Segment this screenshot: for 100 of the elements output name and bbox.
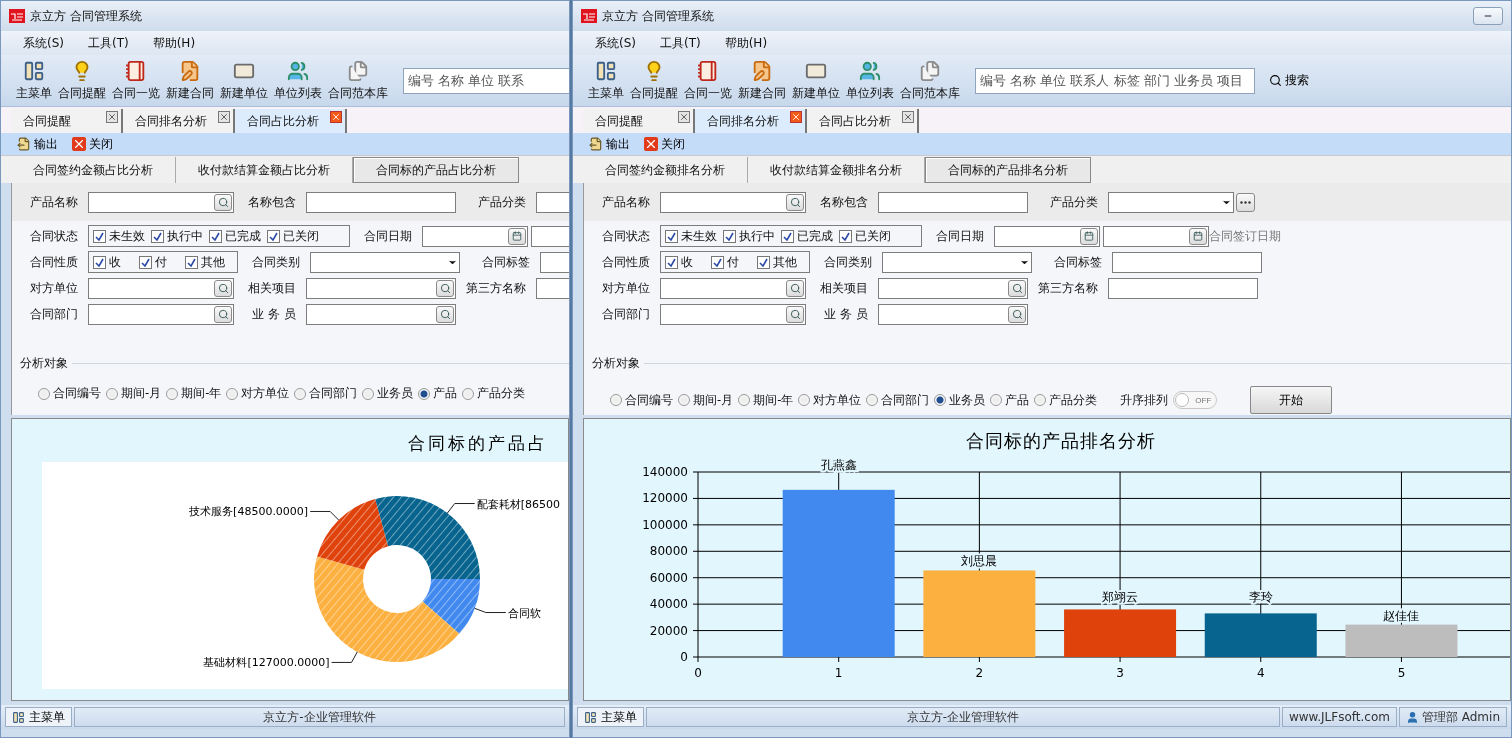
- input-field[interactable]: [878, 191, 1028, 213]
- radio-button[interactable]: [226, 387, 239, 400]
- dropdown-field[interactable]: [310, 251, 460, 273]
- radio-option[interactable]: 产品分类: [1034, 392, 1098, 408]
- checkbox-option[interactable]: 付: [711, 253, 751, 271]
- toolbar-button[interactable]: 单位列表: [843, 57, 897, 104]
- toolbar-button[interactable]: 新建合同: [735, 57, 789, 104]
- checkbox-option[interactable]: 收: [665, 253, 705, 271]
- checkbox-option[interactable]: 未生效: [665, 227, 717, 245]
- action-button[interactable]: 输出: [13, 135, 62, 153]
- toolbar-button[interactable]: 新建单位: [789, 57, 843, 104]
- date-field[interactable]: [1103, 225, 1209, 247]
- radio-button[interactable]: [678, 394, 690, 406]
- radio-button[interactable]: [990, 394, 1003, 406]
- radio-option[interactable]: 业务员: [362, 386, 414, 401]
- radio-option[interactable]: 对方单位: [798, 392, 862, 408]
- toolbar-button[interactable]: 合同一览: [109, 57, 163, 104]
- checkbox-option[interactable]: 执行中: [723, 227, 775, 245]
- search-button[interactable]: 搜索: [1263, 71, 1315, 90]
- input-field[interactable]: [1112, 251, 1262, 273]
- radio-button[interactable]: [934, 394, 947, 406]
- checkbox[interactable]: [665, 255, 678, 269]
- checkbox[interactable]: [757, 255, 770, 269]
- close-icon[interactable]: [330, 111, 342, 123]
- radio-option[interactable]: 合同部门: [866, 392, 930, 408]
- tab[interactable]: 合同占比分析: [807, 109, 919, 133]
- checkbox[interactable]: [723, 229, 736, 243]
- input-field[interactable]: [1108, 277, 1258, 299]
- search-icon[interactable]: [436, 305, 454, 323]
- calendar-icon[interactable]: [508, 227, 526, 245]
- search-icon[interactable]: [214, 193, 232, 211]
- close-icon[interactable]: [678, 111, 690, 123]
- date-field[interactable]: [994, 225, 1100, 247]
- search-field[interactable]: [88, 303, 234, 325]
- website-link[interactable]: www.JLFsoft.com: [1281, 707, 1397, 727]
- main-menu-button[interactable]: 主菜单: [5, 707, 72, 727]
- input-field[interactable]: [306, 191, 456, 213]
- date-field[interactable]: [422, 225, 528, 247]
- menu-item[interactable]: 帮助(H): [714, 32, 778, 54]
- toolbar-button[interactable]: 新建单位: [217, 57, 271, 104]
- radio-option[interactable]: 业务员: [934, 392, 986, 408]
- radio-button[interactable]: [106, 387, 118, 400]
- tab[interactable]: 合同标的产品占比分析: [353, 157, 519, 183]
- search-icon[interactable]: [214, 305, 232, 323]
- radio-option[interactable]: 对方单位: [226, 386, 290, 401]
- radio-option[interactable]: 期间-月: [106, 386, 162, 401]
- toolbar-button[interactable]: 新建合同: [163, 57, 217, 104]
- search-field[interactable]: [660, 303, 806, 325]
- action-button[interactable]: 关闭: [68, 135, 117, 153]
- checkbox[interactable]: [93, 255, 106, 269]
- close-icon[interactable]: [218, 111, 230, 123]
- checkbox[interactable]: [209, 229, 222, 243]
- tab[interactable]: 合同标的产品排名分析: [925, 157, 1091, 183]
- search-field[interactable]: [88, 191, 234, 213]
- radio-option[interactable]: 产品: [418, 386, 458, 401]
- dropdown-field[interactable]: [1108, 191, 1234, 213]
- search-icon[interactable]: [786, 305, 804, 323]
- dropdown-field[interactable]: [882, 251, 1032, 273]
- action-button[interactable]: 输出: [585, 135, 634, 153]
- menu-item[interactable]: 帮助(H): [142, 32, 206, 54]
- toggle-switch[interactable]: OFF: [1173, 391, 1218, 409]
- radio-button[interactable]: [362, 387, 375, 400]
- radio-option[interactable]: 产品: [990, 392, 1030, 408]
- checkbox[interactable]: [839, 229, 852, 243]
- checkbox-option[interactable]: 已完成: [781, 227, 833, 245]
- checkbox-option[interactable]: 未生效: [93, 227, 145, 245]
- main-menu-button[interactable]: 主菜单: [577, 707, 644, 727]
- calendar-icon[interactable]: [1189, 227, 1207, 245]
- radio-option[interactable]: 期间-月: [678, 392, 734, 408]
- search-icon[interactable]: [786, 279, 804, 297]
- menu-item[interactable]: 工具(T): [78, 32, 139, 54]
- radio-button[interactable]: [462, 387, 475, 400]
- toolbar-button[interactable]: 合同提醒: [55, 57, 109, 104]
- search-icon[interactable]: [1008, 279, 1026, 297]
- radio-button[interactable]: [418, 387, 431, 400]
- toolbar-button[interactable]: 主菜单: [585, 57, 627, 104]
- checkbox[interactable]: [139, 255, 152, 269]
- search-field[interactable]: [878, 277, 1028, 299]
- radio-button[interactable]: [166, 387, 179, 400]
- checkbox-option[interactable]: 已关闭: [839, 227, 891, 245]
- calendar-icon[interactable]: [1080, 227, 1098, 245]
- checkbox[interactable]: [185, 255, 198, 269]
- radio-option[interactable]: 期间-年: [166, 386, 222, 401]
- radio-button[interactable]: [798, 394, 811, 406]
- toolbar-button[interactable]: 合同一览: [681, 57, 735, 104]
- radio-button[interactable]: [294, 387, 307, 400]
- search-icon[interactable]: [786, 193, 804, 211]
- checkbox[interactable]: [711, 255, 724, 269]
- search-field[interactable]: [88, 277, 234, 299]
- checkbox-option[interactable]: 其他: [757, 253, 797, 271]
- checkbox[interactable]: [267, 229, 280, 243]
- toolbar-button[interactable]: 合同范本库: [897, 57, 963, 104]
- close-icon[interactable]: [106, 111, 118, 123]
- action-button[interactable]: 关闭: [640, 135, 689, 153]
- search-field[interactable]: 编号 名称 单位 联系: [403, 67, 569, 94]
- menu-item[interactable]: 工具(T): [650, 32, 711, 54]
- menu-item[interactable]: 系统(S): [13, 32, 74, 54]
- checkbox[interactable]: [781, 229, 794, 243]
- radio-option[interactable]: 合同部门: [294, 386, 358, 401]
- checkbox-option[interactable]: 已关闭: [267, 227, 319, 245]
